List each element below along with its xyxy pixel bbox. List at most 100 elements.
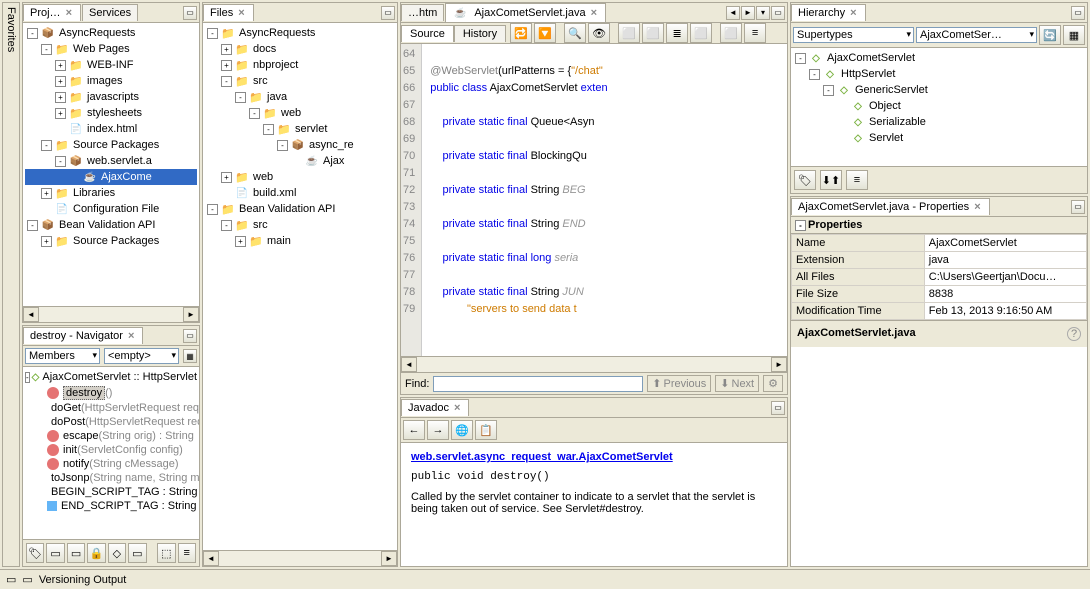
- scroll-right-icon[interactable]: ►: [381, 551, 397, 566]
- next-tab-icon[interactable]: ►: [741, 6, 755, 20]
- property-row[interactable]: Extensionjava: [792, 252, 1087, 269]
- nav-member[interactable]: doGet(HttpServletRequest req, HttpServle…: [25, 401, 197, 415]
- tree-item[interactable]: +Libraries: [25, 185, 197, 201]
- tab-index-html[interactable]: …htm: [401, 4, 444, 21]
- tree-item[interactable]: build.xml: [205, 185, 395, 201]
- tab-navigator[interactable]: destroy - Navigator×: [23, 327, 143, 344]
- tree-item[interactable]: -AsyncRequests: [205, 25, 395, 41]
- nav-member[interactable]: notify(String cMessage): [25, 457, 197, 471]
- forward-icon[interactable]: →: [427, 420, 449, 440]
- empty-combo[interactable]: <empty>: [104, 348, 179, 364]
- list-tabs-icon[interactable]: ▾: [756, 6, 770, 20]
- tree-item[interactable]: -Source Packages: [25, 137, 197, 153]
- tree-item[interactable]: +docs: [205, 41, 395, 57]
- nav-member[interactable]: escape(String orig) : String: [25, 429, 197, 443]
- close-icon[interactable]: ×: [972, 201, 982, 213]
- tree-item[interactable]: +Source Packages: [25, 233, 197, 249]
- nav-btn-icon[interactable]: ⬚: [157, 543, 175, 563]
- nav-member[interactable]: init(ServletConfig config): [25, 443, 197, 457]
- tree-item[interactable]: -HttpServlet: [793, 66, 1085, 82]
- tree-item[interactable]: ☕AjaxCome: [25, 169, 197, 185]
- tree-item[interactable]: Serializable: [793, 114, 1085, 130]
- nav-btn-icon[interactable]: ▭: [128, 543, 146, 563]
- toolbar-icon[interactable]: ≡: [744, 23, 766, 43]
- toolbar-icon[interactable]: ⬜: [690, 23, 712, 43]
- tree-item[interactable]: +web: [205, 169, 395, 185]
- nav-btn-icon[interactable]: ≡: [178, 543, 196, 563]
- tree-item[interactable]: -AsyncRequests: [25, 25, 197, 41]
- close-icon[interactable]: ×: [589, 7, 599, 19]
- toolbar-icon[interactable]: ⬜: [720, 23, 742, 43]
- nav-member[interactable]: doPost(HttpServletRequest req, HttpServl…: [25, 415, 197, 429]
- members-combo[interactable]: Members: [25, 348, 100, 364]
- hier-btn-icon[interactable]: ≡: [846, 170, 868, 190]
- projects-tree[interactable]: -AsyncRequests-Web Pages+WEB-INF+images+…: [23, 23, 199, 306]
- help-icon[interactable]: ?: [1067, 327, 1081, 341]
- tree-item[interactable]: index.html: [25, 121, 197, 137]
- nav-btn-icon[interactable]: 🔒: [87, 543, 105, 563]
- minimize-icon[interactable]: ▭: [381, 6, 395, 20]
- property-row[interactable]: All FilesC:\Users\Geertjan\Docu…: [792, 269, 1087, 286]
- tree-item[interactable]: -Web Pages: [25, 41, 197, 57]
- close-icon[interactable]: ×: [126, 330, 136, 342]
- property-row[interactable]: NameAjaxCometServlet: [792, 235, 1087, 252]
- hierarchy-tree[interactable]: -AjaxCometServlet-HttpServlet-GenericSer…: [791, 48, 1087, 166]
- tree-item[interactable]: -Bean Validation API: [25, 217, 197, 233]
- files-tree[interactable]: -AsyncRequests+docs+nbproject-src-java-w…: [203, 23, 397, 550]
- toolbar-icon[interactable]: ⬜: [642, 23, 664, 43]
- class-combo[interactable]: AjaxCometSer…: [916, 27, 1037, 43]
- nav-btn-icon[interactable]: ◇: [108, 543, 126, 563]
- source-icon[interactable]: 📋: [475, 420, 497, 440]
- tab-hierarchy[interactable]: Hierarchy×: [791, 4, 866, 21]
- tree-item[interactable]: Object: [793, 98, 1085, 114]
- nav-member[interactable]: destroy(): [25, 385, 197, 401]
- toolbar-icon[interactable]: ⬜: [618, 23, 640, 43]
- find-options-icon[interactable]: ⚙: [763, 375, 783, 392]
- toolbar-icon[interactable]: 👁: [588, 23, 610, 43]
- toolbar-icon[interactable]: 🔽: [534, 23, 556, 43]
- tree-item[interactable]: -src: [205, 217, 395, 233]
- close-icon[interactable]: ×: [848, 7, 858, 19]
- tree-item[interactable]: -servlet: [205, 121, 395, 137]
- nav-member[interactable]: END_SCRIPT_TAG : String: [25, 499, 197, 513]
- tab-files[interactable]: Files×: [203, 4, 254, 21]
- scroll-left-icon[interactable]: ◄: [23, 307, 39, 322]
- output-icon[interactable]: ▭: [6, 573, 16, 586]
- tree-item[interactable]: -java: [205, 89, 395, 105]
- nav-member[interactable]: BEGIN_SCRIPT_TAG : String: [25, 485, 197, 499]
- view-icon[interactable]: ▦: [1063, 25, 1085, 45]
- back-icon[interactable]: ←: [403, 420, 425, 440]
- tree-item[interactable]: +main: [205, 233, 395, 249]
- close-icon[interactable]: ×: [236, 7, 246, 19]
- tab-ajaxcomet-java[interactable]: ☕AjaxCometServlet.java×: [445, 3, 606, 22]
- tree-item[interactable]: +stylesheets: [25, 105, 197, 121]
- tree-item[interactable]: ☕Ajax: [205, 153, 395, 169]
- nav-btn-icon[interactable]: ▭: [67, 543, 85, 563]
- prev-tab-icon[interactable]: ◄: [726, 6, 740, 20]
- tab-projects[interactable]: Proj…×: [23, 4, 81, 21]
- favorites-sidebar[interactable]: Favorites: [2, 2, 20, 567]
- find-prev-button[interactable]: ⬆ Previous: [647, 375, 711, 392]
- minimize-icon[interactable]: ▭: [1071, 200, 1085, 214]
- scroll-left-icon[interactable]: ◄: [401, 357, 417, 372]
- versioning-output-label[interactable]: Versioning Output: [39, 574, 126, 586]
- versioning-icon[interactable]: ▭: [22, 573, 32, 586]
- minimize-icon[interactable]: ▭: [183, 329, 197, 343]
- nav-btn-icon[interactable]: ▭: [46, 543, 64, 563]
- history-view-button[interactable]: History: [454, 25, 506, 42]
- nav-root[interactable]: -AjaxCometServlet :: HttpServlet: [25, 369, 197, 385]
- tree-item[interactable]: +WEB-INF: [25, 57, 197, 73]
- toolbar-icon[interactable]: 🔍: [564, 23, 586, 43]
- scroll-right-icon[interactable]: ►: [183, 307, 199, 322]
- javadoc-class-link[interactable]: web.servlet.async_request_war.AjaxCometS…: [411, 451, 673, 463]
- code-editor[interactable]: @WebServlet(urlPatterns = {"/chat"public…: [422, 44, 787, 356]
- tree-item[interactable]: -GenericServlet: [793, 82, 1085, 98]
- refresh-icon[interactable]: 🔄: [1039, 25, 1061, 45]
- tree-item[interactable]: +nbproject: [205, 57, 395, 73]
- tree-item[interactable]: -AjaxCometServlet: [793, 50, 1085, 66]
- close-icon[interactable]: ×: [64, 7, 74, 19]
- minimize-icon[interactable]: ▭: [183, 6, 197, 20]
- find-next-button[interactable]: ⬇ Next: [715, 375, 759, 392]
- tree-item[interactable]: -src: [205, 73, 395, 89]
- find-input[interactable]: [433, 376, 643, 392]
